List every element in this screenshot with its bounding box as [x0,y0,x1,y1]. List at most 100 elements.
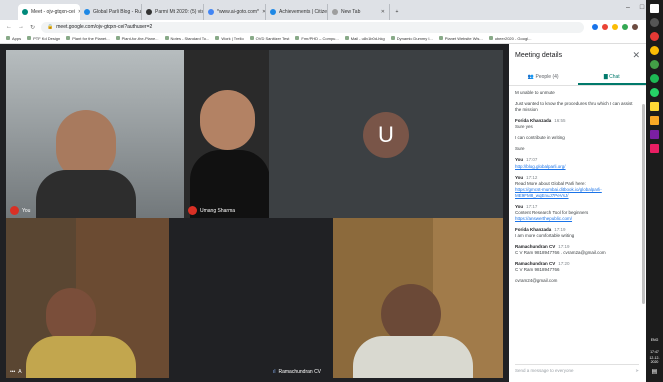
screen: Meet - ojv-gtqxn-cei✕Global Parli Blog -… [0,0,663,382]
message-text: Just wanted to know the procedures thru … [515,101,633,113]
back-icon[interactable]: ← [6,24,12,30]
clock-date[interactable]: 12-12-2020 [646,356,663,364]
chat-message: Forida Khanzada 17:19 I am more comfortabl… [515,227,639,239]
bookmark-item[interactable]: Planet Website Wis... [439,36,483,41]
tab-close-icon[interactable]: ✕ [378,9,385,15]
browser-tab-bar: Meet - ojv-gtqxn-cei✕Global Parli Blog -… [0,0,646,20]
tab-label: New Tab [341,9,361,15]
chrome-icon[interactable] [650,46,659,55]
bookmark-item[interactable]: Plant-for-the-Plane... [116,36,159,41]
browser-tab[interactable]: Achievements | Citizen Parli - Ru✕ [266,4,328,20]
folder-icon[interactable] [650,116,659,125]
video-tile-you[interactable]: You [6,50,184,218]
close-icon[interactable]: ✕ [632,50,640,61]
more-icon[interactable]: ••• [10,369,15,375]
bookmark-item[interactable]: Work | Trello [215,36,243,41]
url-field[interactable]: 🔒 meet.google.com/ojv-gtqxn-cei?authuser=… [41,21,584,33]
lock-icon: 🔒 [47,24,54,30]
message-time: 16:55 [554,118,566,124]
bookmark-item[interactable]: Dynamic Dummy I... [391,36,433,41]
bookmark-item[interactable]: OVD Sanitizer Test [250,36,290,41]
forward-icon[interactable]: → [18,24,24,30]
notification-icon[interactable]: ▤ [646,368,663,375]
meeting-details-panel: Meeting details ✕ 👥 People (4) ▇ Chat M … [509,44,646,382]
profile-avatar[interactable] [632,24,638,30]
clock-time[interactable]: 17:47 [646,350,663,354]
chat-message: I can contribute in writing [515,135,639,141]
bookmark-item[interactable]: PTF Kd Design [27,36,60,41]
chat-message: Forida Khanzada 16:55 Sure yes [515,118,639,130]
message-link[interactable]: https://answerthepublic.com/ [515,216,639,222]
extension-icon[interactable] [602,24,608,30]
chat-message: M unable to unmute [515,90,639,96]
message-text: I can contribute in writing [515,135,565,141]
participant-face [200,90,255,150]
app-icon[interactable] [650,60,659,69]
search-icon[interactable] [650,18,659,27]
address-bar-row: ← → ↻ 🔒 meet.google.com/ojv-gtqxn-cei?aut… [0,20,646,34]
bookmark-item[interactable]: Notes - Standard To... [165,36,210,41]
tab-chat[interactable]: ▇ Chat [577,70,646,85]
participant-body [353,336,473,378]
tab-close-icon[interactable]: ✕ [259,9,265,15]
tab-favicon-icon [332,9,338,15]
message-text: M unable to unmute [515,90,555,95]
whatsapp-icon[interactable] [650,88,659,97]
browser-tab[interactable]: New Tab ✕ [328,4,390,20]
chat-scrollbar[interactable] [642,104,645,304]
bookmark-item[interactable]: Fmr/PHD – Compu... [295,36,338,41]
participant-body [36,170,136,218]
reload-icon[interactable]: ↻ [30,24,35,31]
chat-message: Ramachundran CV 17:19 C V Ram 9818947766 .… [515,244,639,256]
tab-people[interactable]: 👥 People (4) [509,70,578,85]
windows-start-icon[interactable] [650,4,659,13]
url-text: meet.google.com/ojv-gtqxn-cei?authuser=2 [56,24,153,30]
tab-label: Parmi Mt 2020: (5) visual keywo [155,9,204,15]
opera-icon[interactable] [650,32,659,41]
video-tile-umang[interactable]: Umang Sharma [184,50,269,218]
video-tile-ramachundran[interactable]: ıl Ramachundran CV [169,218,333,378]
tab-label: Achievements | Citizen Parli - Ru [279,9,327,15]
language-indicator[interactable]: ENG [646,338,663,342]
new-tab-button[interactable]: + [390,4,404,20]
chat-message: Just wanted to know the procedures thru … [515,101,639,113]
bookmark-item[interactable]: Mail - u8v1b0d-hkg [345,36,385,41]
message-time: 17:17 [526,203,538,209]
message-sender: Ramachundran CV [515,244,556,250]
browser-tab[interactable]: Parmi Mt 2020: (5) visual keywo✕ [142,4,204,20]
extension-icon[interactable] [592,24,598,30]
extension-icon[interactable] [612,24,618,30]
minimize-icon[interactable]: – [621,0,635,20]
bookmark-item[interactable]: Plant for the Planet... [66,36,109,41]
bookmark-item[interactable]: ubeer2020 - Googl... [489,36,532,41]
chat-input[interactable]: Send a message to everyone ➤ [515,364,639,376]
panel-title: Meeting details [515,52,563,59]
notes-icon[interactable] [650,102,659,111]
app-icon[interactable] [650,130,659,139]
tab-label: *www.ai-goto.com* [217,9,259,15]
message-link[interactable]: http://blog.globalparli.org/ [515,164,639,170]
message-time: 17:19 [554,227,566,232]
bookmark-item[interactable]: Apps [6,36,21,41]
tab-label: Global Parli Blog - Rural Econom [93,9,142,15]
video-tile-a[interactable]: ••• A [6,218,169,378]
audio-bars-icon: ıl [273,369,276,375]
send-icon[interactable]: ➤ [635,368,639,374]
app-icon[interactable] [650,144,659,153]
video-tile-ram-camera[interactable] [333,218,503,378]
message-text: Sure [515,146,525,152]
meet-video-grid: You Umang Sharma U ••• A ıl Ramachundran C… [0,44,509,382]
video-tile-u[interactable]: U [269,50,503,218]
tile-name: You [22,207,31,214]
message-link[interactable]: https://gmcst-mumbai.ditbook.io/globalpa… [515,187,639,199]
browser-tab[interactable]: *www.ai-goto.com* ✕ [204,4,266,20]
message-sender: You [515,157,524,163]
browser-tab[interactable]: Meet - ojv-gtqxn-cei✕ [18,4,80,20]
tile-name: Umang Sharma [200,207,236,214]
extension-icon[interactable] [622,24,628,30]
browser-tab[interactable]: Global Parli Blog - Rural Econom✕ [80,4,142,20]
message-text: I am more comfortable writing [515,233,575,239]
spotify-icon[interactable] [650,74,659,83]
message-text: cvram24@gmail.com [515,278,558,284]
tab-favicon-icon [84,9,90,15]
